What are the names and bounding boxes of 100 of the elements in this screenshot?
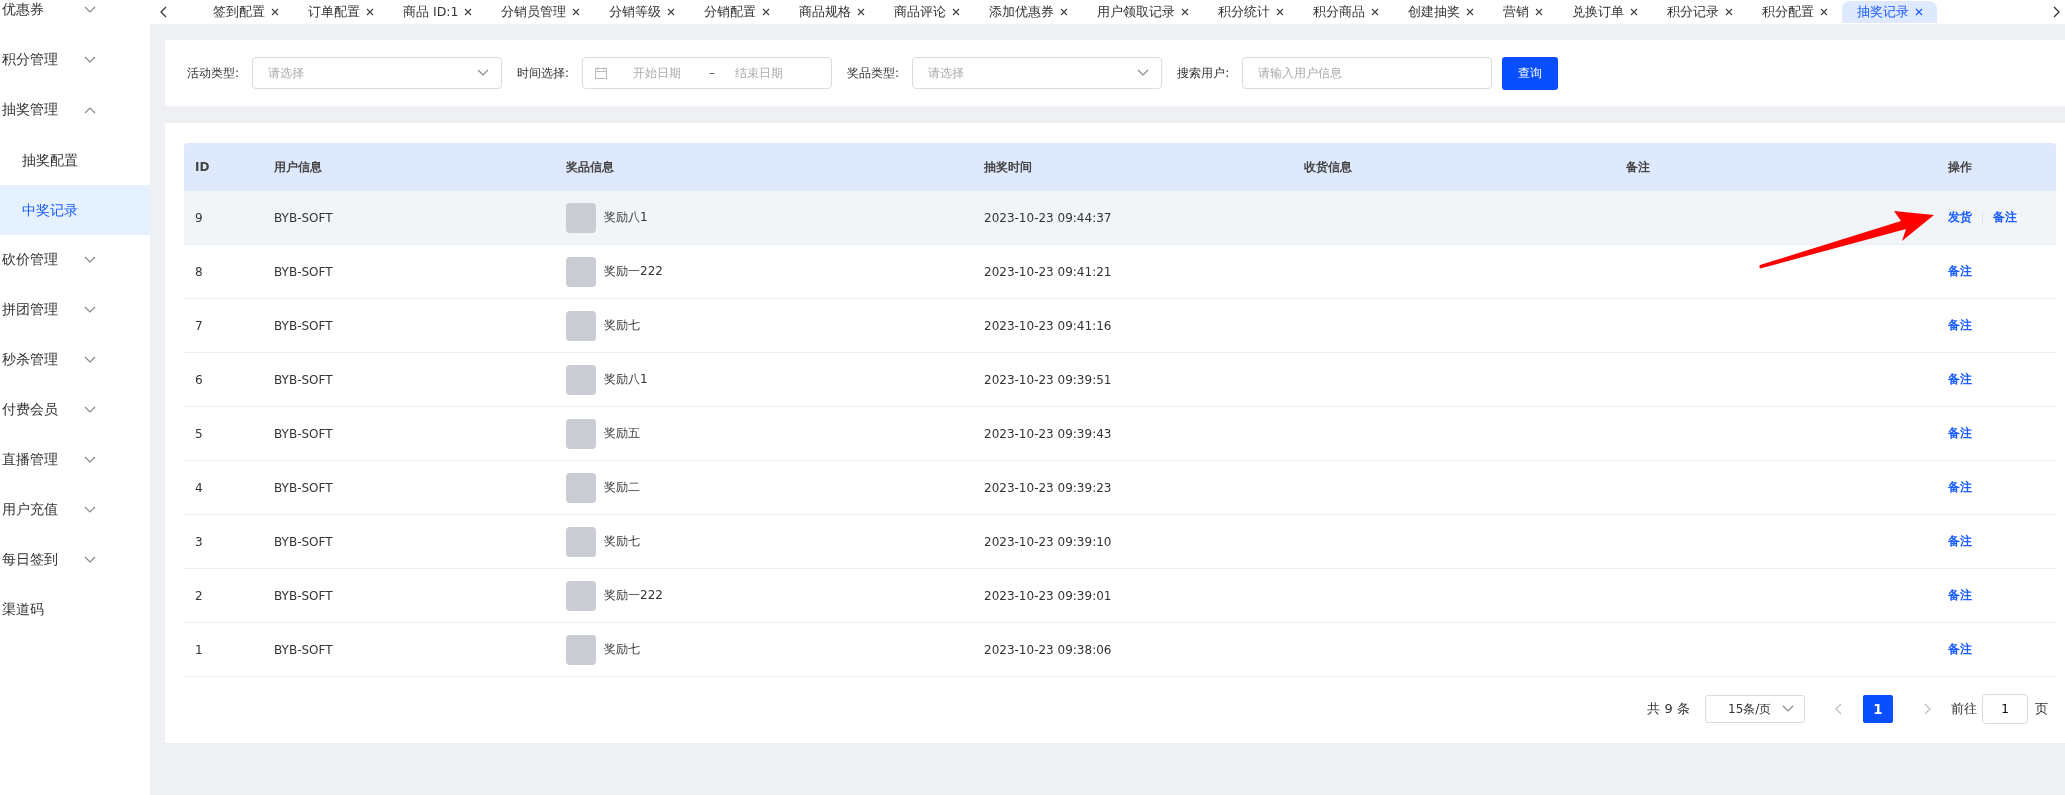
filter-label: 奖品类型: [847, 64, 900, 82]
table-cell-text: 1 [194, 642, 204, 657]
tab[interactable]: 订单配置 [293, 1, 388, 23]
action-link[interactable]: 备注 [1948, 587, 1972, 604]
tab[interactable]: 商品规格 [784, 1, 880, 23]
close-icon[interactable] [762, 8, 771, 16]
action-link[interactable]: 备注 [1948, 371, 1972, 388]
tab[interactable]: 兑换订单 [1557, 1, 1653, 23]
date-range-field[interactable]: 开始日期 – 结束日期 [582, 57, 833, 89]
table-cell-text: BYB-SOFT [273, 264, 334, 279]
action-link[interactable]: 备注 [1948, 263, 1972, 280]
close-icon[interactable] [366, 8, 374, 16]
close-icon[interactable] [1466, 8, 1475, 16]
table-cell-text: 4 [194, 480, 204, 495]
close-icon[interactable] [1725, 8, 1734, 16]
search-button[interactable]: 查询 [1502, 56, 1559, 90]
column-header: 备注 [1625, 158, 1651, 176]
tab[interactable]: 商品评论 [879, 1, 975, 23]
sidebar-item[interactable]: 积分管理 [0, 35, 150, 85]
scroll-left-icon[interactable] [159, 5, 169, 19]
filter-label: 活动类型: [187, 64, 240, 82]
tab[interactable]: 营销 [1488, 1, 1558, 23]
tab[interactable]: 用户领取记录 [1082, 1, 1204, 23]
sidebar-item[interactable]: 砍价管理 [0, 235, 150, 285]
photo-placeholder [566, 580, 596, 611]
table-cell-text: 7 [194, 318, 204, 333]
tab[interactable]: 创建抽奖 [1393, 1, 1489, 23]
action-link[interactable]: 备注 [1948, 425, 1972, 442]
tab[interactable]: 抽奖记录 [1842, 1, 1938, 23]
search-user-field[interactable]: 请输入用户信息 [1242, 57, 1493, 89]
close-icon[interactable] [1181, 8, 1190, 16]
tab[interactable]: 积分记录 [1652, 1, 1748, 23]
close-icon[interactable] [271, 8, 279, 16]
action-link[interactable]: 备注 [1948, 317, 1972, 334]
close-icon[interactable] [1060, 8, 1069, 16]
sidebar-subitem[interactable]: 抽奖配置 [0, 135, 150, 185]
action-link[interactable]: 发货 [1948, 209, 1972, 226]
column-header: 奖品信息 [565, 158, 615, 176]
close-icon[interactable] [1276, 8, 1285, 16]
tab[interactable]: 商品 ID:1 [388, 1, 487, 23]
close-icon[interactable] [1915, 8, 1924, 16]
table-cell-text: BYB-SOFT [273, 210, 334, 225]
close-icon[interactable] [572, 8, 581, 16]
tab[interactable]: 积分配置 [1747, 1, 1843, 23]
chevron-down-icon [477, 69, 490, 77]
tab[interactable]: 分销配置 [689, 1, 785, 23]
table-cell-text: 2023-10-23 09:39:23 [983, 480, 1113, 495]
table-cell: 奖励五 [604, 425, 640, 442]
sidebar-item[interactable]: 付费会员 [0, 385, 150, 435]
close-icon[interactable] [1630, 8, 1639, 16]
column-header: 抽奖时间 [983, 158, 1033, 176]
table-cell-text: 2023-10-23 09:39:51 [983, 372, 1113, 387]
close-icon[interactable] [1535, 8, 1544, 16]
sidebar-item[interactable]: 用户充值 [0, 485, 150, 535]
action-link[interactable]: 备注 [1948, 533, 1972, 550]
close-icon[interactable] [667, 8, 676, 16]
close-icon[interactable] [1820, 8, 1829, 16]
table-cell-text: 9 [194, 210, 204, 225]
table-cell: 奖励七 [604, 317, 640, 334]
tab[interactable]: 积分统计 [1203, 1, 1299, 23]
calendar-icon [595, 67, 608, 79]
action-link[interactable]: 备注 [1948, 479, 1972, 496]
close-icon[interactable] [1371, 8, 1380, 16]
goto-page-field[interactable]: 1 [1982, 694, 2028, 724]
table-cell-text: BYB-SOFT [273, 642, 334, 657]
table-cell: 奖励二 [604, 479, 640, 496]
sidebar-item[interactable]: 秒杀管理 [0, 335, 150, 385]
photo-placeholder [566, 256, 596, 287]
tab[interactable]: 积分商品 [1298, 1, 1394, 23]
sidebar-item[interactable]: 拼团管理 [0, 285, 150, 335]
table-cell-text: BYB-SOFT [273, 318, 334, 333]
sidebar-item[interactable]: 每日签到 [0, 535, 150, 585]
chevron-down-icon [1782, 705, 1794, 713]
action-link[interactable]: 备注 [1993, 209, 2017, 226]
photo-placeholder [566, 310, 596, 341]
column-header: 用户信息 [273, 158, 323, 176]
sidebar-item[interactable]: 直播管理 [0, 435, 150, 485]
table-cell: 奖励七 [604, 641, 640, 658]
scroll-right-icon[interactable] [2051, 5, 2061, 19]
table-cell-text: BYB-SOFT [273, 534, 334, 549]
column-header: ID [194, 160, 211, 174]
sidebar-subitem[interactable]: 中奖记录 [0, 185, 150, 235]
tab[interactable]: 签到配置 [198, 1, 293, 23]
page-button[interactable]: 1 [1863, 695, 1893, 723]
column-header: 操作 [1947, 158, 1973, 176]
sidebar-item[interactable]: 抽奖管理 [0, 85, 150, 135]
tab[interactable]: 分销员管理 [486, 1, 595, 23]
table-cell-text: BYB-SOFT [273, 480, 334, 495]
page-size-select[interactable]: 15条/页 [1705, 695, 1805, 723]
sidebar-item[interactable]: 渠道码 [0, 585, 150, 635]
tab[interactable]: 添加优惠券 [974, 1, 1083, 23]
close-icon[interactable] [952, 8, 961, 16]
photo-placeholder [566, 202, 596, 233]
sidebar-item[interactable]: 优惠券 [0, 0, 150, 35]
close-icon[interactable] [857, 8, 866, 16]
goto-label: 前往 [1951, 700, 1977, 718]
tab[interactable]: 分销等级 [594, 1, 690, 23]
action-link[interactable]: 备注 [1948, 641, 1972, 658]
table-cell-text: BYB-SOFT [273, 588, 334, 603]
close-icon[interactable] [464, 8, 473, 16]
